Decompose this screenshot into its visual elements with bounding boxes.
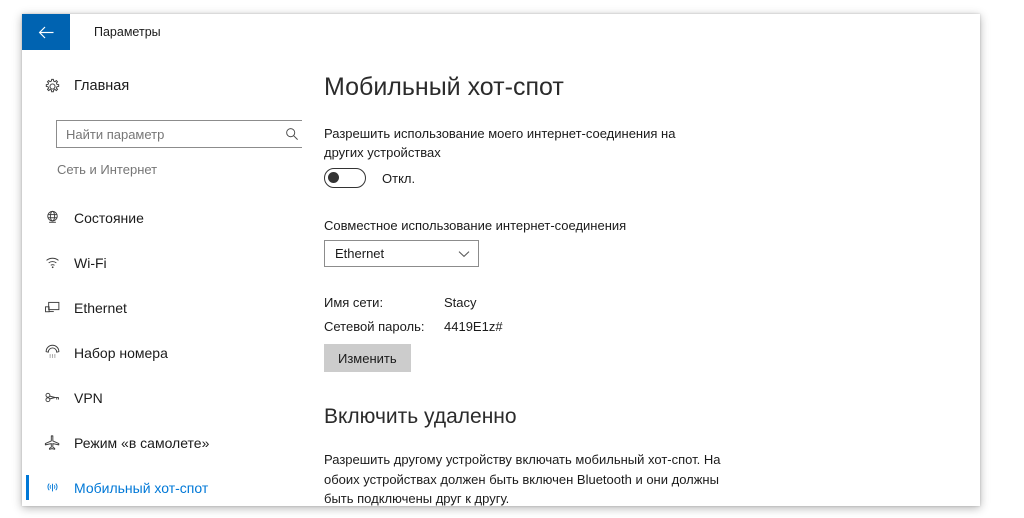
hotspot-toggle-switch[interactable] [324, 168, 366, 188]
hotspot-description: Разрешить использование моего интернет-с… [324, 126, 676, 160]
sidebar-item-mobile-hotspot[interactable]: Мобильный хот-спот [22, 465, 302, 506]
selection-accent-bar [26, 430, 29, 455]
page-title: Мобильный хот-спот [324, 73, 564, 101]
gear-icon [30, 78, 74, 95]
title-bar: Параметры [22, 14, 980, 50]
sidebar-item-dialup[interactable]: Набор номера [22, 330, 302, 375]
sidebar-item-dialup-label: Набор номера [74, 344, 168, 361]
sidebar-item-mobile-hotspot-label: Мобильный хот-спот [74, 479, 209, 496]
sidebar-item-home[interactable]: Главная [22, 68, 302, 104]
content-area: Мобильный хот-спот Разрешить использован… [302, 50, 980, 506]
hotspot-broadcast-icon [30, 479, 74, 496]
vpn-key-icon [30, 389, 74, 406]
sidebar-item-home-label: Главная [74, 78, 130, 94]
sidebar-section-label: Сеть и Интернет [57, 162, 158, 177]
ethernet-monitor-icon [30, 299, 74, 316]
back-button[interactable] [22, 14, 70, 50]
share-connection-dropdown[interactable]: Ethernet [324, 240, 479, 267]
selection-accent-bar [26, 475, 29, 500]
selection-accent-bar [26, 340, 29, 365]
sidebar-item-vpn[interactable]: VPN [22, 375, 302, 420]
window-title: Параметры [94, 25, 161, 39]
edit-button[interactable]: Изменить [324, 344, 411, 372]
sidebar-item-status[interactable]: Состояние [22, 195, 302, 240]
wifi-icon [30, 254, 74, 271]
share-connection-dropdown-value: Ethernet [335, 246, 385, 261]
network-password-value: 4419E1z# [444, 318, 503, 334]
sidebar-item-wifi[interactable]: Wi-Fi [22, 240, 302, 285]
search-box[interactable] [56, 120, 306, 148]
back-arrow-icon [38, 26, 55, 39]
selection-accent-bar [26, 250, 29, 275]
network-password-label: Сетевой пароль: [324, 318, 425, 334]
search-input[interactable] [57, 121, 279, 147]
selection-accent-bar [26, 295, 29, 320]
hotspot-toggle-row: Откл. [324, 168, 415, 188]
sidebar-item-ethernet-label: Ethernet [74, 299, 127, 316]
airplane-icon [30, 434, 74, 451]
selection-accent-bar [26, 385, 29, 410]
dialup-phone-icon [30, 344, 74, 361]
sidebar-item-status-label: Состояние [74, 209, 144, 226]
chevron-down-icon [450, 250, 478, 258]
screen: Параметры Главная Найти параметр Сеть и … [0, 0, 1024, 518]
toggle-state-label: Откл. [382, 170, 416, 186]
network-name-label: Имя сети: [324, 294, 384, 310]
sidebar-nav-list: Состояние Wi-Fi Ethernet Набор номера VP… [22, 195, 302, 506]
sidebar-item-ethernet[interactable]: Ethernet [22, 285, 302, 330]
network-name-row: Имя сети: Stacy [324, 290, 503, 314]
network-info: Имя сети: Stacy Сетевой пароль: 4419E1z# [324, 290, 503, 338]
network-name-value: Stacy [444, 294, 477, 310]
sidebar-item-vpn-label: VPN [74, 389, 103, 406]
sidebar-item-airplane-mode[interactable]: Режим «в самолете» [22, 420, 302, 465]
toggle-knob [328, 172, 339, 183]
globe-status-icon [30, 209, 74, 226]
remote-section-title: Включить удаленно [324, 405, 517, 428]
settings-window: Параметры Главная Найти параметр Сеть и … [22, 14, 980, 506]
selection-accent-bar [26, 205, 29, 230]
sidebar: Главная Сеть и Интернет [22, 50, 306, 506]
network-password-row: Сетевой пароль: 4419E1z# [324, 314, 503, 338]
sidebar-item-airplane-mode-label: Режим «в самолете» [74, 434, 210, 451]
share-connection-label: Совместное использование интернет-соедин… [324, 218, 627, 233]
remote-section-description: Разрешить другому устройству включать мо… [324, 452, 721, 506]
sidebar-item-wifi-label: Wi-Fi [74, 254, 107, 271]
